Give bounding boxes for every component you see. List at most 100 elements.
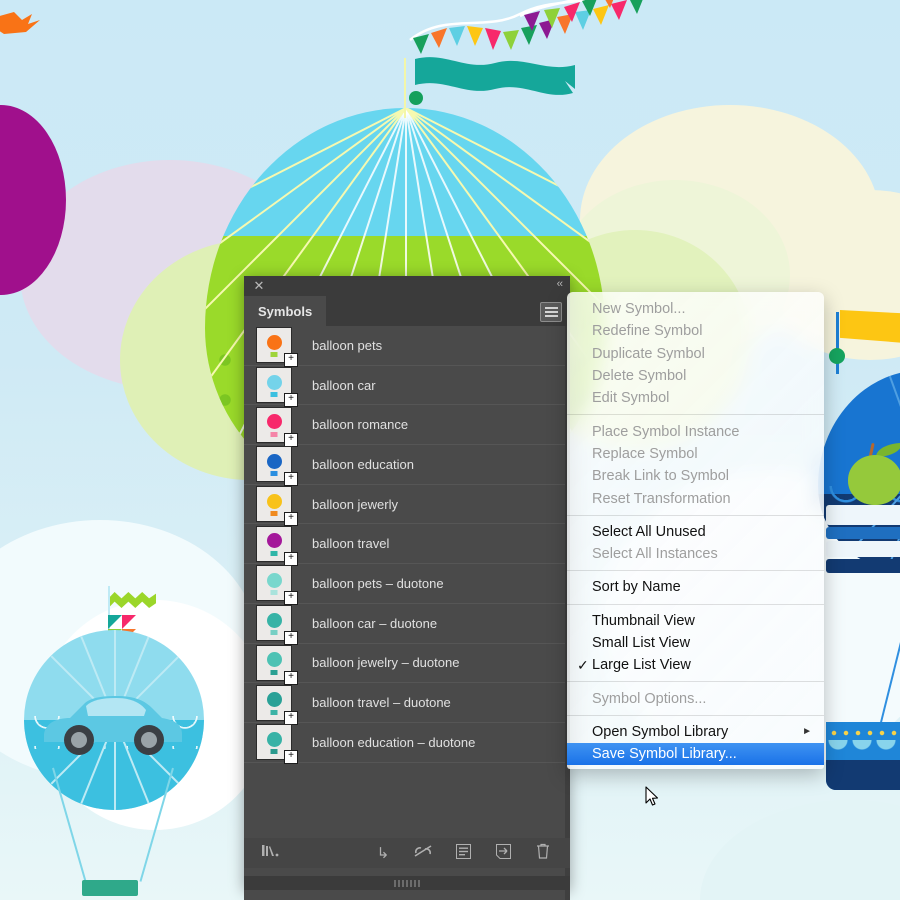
- symbol-thumbnail[interactable]: +: [256, 446, 298, 487]
- menu-item[interactable]: Save Symbol Library...: [567, 743, 824, 766]
- panel-title-bar: ✕ ‹‹: [244, 276, 570, 296]
- menu-item-label: Select All Unused: [592, 523, 706, 540]
- menu-item-label: Replace Symbol: [592, 445, 698, 462]
- symbol-list-item[interactable]: + balloon car – duotone: [244, 604, 570, 646]
- balloon-mast: [404, 58, 406, 118]
- symbol-options-icon[interactable]: [450, 843, 476, 863]
- symbol-balloon-icon: [266, 334, 282, 350]
- car-balloon-basket: [82, 880, 138, 896]
- symbol-basket-icon: [270, 709, 278, 715]
- symbol-list-item[interactable]: + balloon travel – duotone: [244, 683, 570, 725]
- apple-icon: [848, 455, 900, 505]
- symbol-thumbnail[interactable]: +: [256, 367, 298, 408]
- menu-separator: [567, 414, 824, 416]
- symbol-thumbnail[interactable]: +: [256, 605, 298, 646]
- menu-item-label: Delete Symbol: [592, 368, 687, 385]
- symbol-name-label: balloon education: [312, 456, 414, 472]
- symbol-name-label: balloon jewerly: [312, 496, 398, 512]
- menu-item: Break Link to Symbol: [567, 465, 824, 487]
- book-white-2: [826, 541, 900, 557]
- symbol-basket-icon: [270, 352, 278, 358]
- symbol-list-item[interactable]: + balloon jewelry – duotone: [244, 644, 570, 685]
- tab-symbols[interactable]: Symbols: [244, 296, 327, 326]
- menu-separator: [567, 714, 824, 716]
- symbol-list-item[interactable]: + balloon travel: [244, 524, 570, 566]
- orange-bird-icon: [0, 12, 40, 34]
- symbol-thumbnail[interactable]: +: [256, 327, 298, 368]
- menu-item[interactable]: Select All Unused: [567, 521, 824, 543]
- symbol-thumbnail[interactable]: +: [256, 684, 298, 725]
- menu-item-label: Large List View: [592, 657, 691, 674]
- panel-flyout-menu[interactable]: New Symbol... Redefine Symbol Duplicate Sy…: [567, 292, 824, 770]
- break-link-to-symbol-icon[interactable]: [410, 844, 436, 862]
- education-balloon-knob: [829, 348, 845, 364]
- panel-tab-bar: Symbols: [244, 296, 570, 326]
- symbol-name-label: balloon romance: [312, 417, 409, 433]
- panel-footer-toolbar: ↳: [244, 838, 570, 868]
- collapse-panel-icon[interactable]: ‹‹: [557, 278, 563, 290]
- menu-item-label: Sort by Name: [592, 579, 681, 596]
- menu-item[interactable]: Open Symbol Library ►: [567, 721, 824, 743]
- symbol-list-item[interactable]: + balloon education – duotone: [244, 723, 570, 765]
- bunting-flags-right: [519, 0, 614, 31]
- menu-item: Place Symbol Instance: [567, 420, 824, 442]
- submenu-arrow-icon: ►: [802, 726, 812, 738]
- symbol-thumbnail[interactable]: +: [256, 525, 298, 566]
- panel-menu-button[interactable]: [540, 302, 562, 322]
- menu-item-label: Save Symbol Library...: [592, 746, 737, 763]
- artboard-canvas: ✕ ‹‹ Symbols + balloon pets + balloon car + b…: [0, 0, 900, 900]
- symbol-list-item[interactable]: + balloon pets – duotone: [244, 564, 570, 606]
- car-balloon: [24, 630, 204, 810]
- symbol-thumbnail[interactable]: +: [256, 486, 298, 527]
- close-icon[interactable]: ✕: [252, 279, 266, 293]
- menu-item-label: Thumbnail View: [592, 612, 695, 629]
- symbol-name-label: balloon education – duotone: [312, 734, 476, 750]
- menu-item[interactable]: Small List View: [567, 632, 824, 654]
- symbol-name-label: balloon car – duotone: [312, 615, 438, 631]
- symbol-list-item[interactable]: + balloon jewerly: [244, 485, 570, 527]
- symbol-list-item[interactable]: + balloon romance: [244, 405, 570, 447]
- menu-separator: [567, 681, 824, 683]
- symbol-libraries-menu-icon[interactable]: [258, 843, 284, 863]
- menu-item-label: Small List View: [592, 635, 691, 651]
- menu-item-label: Break Link to Symbol: [592, 468, 730, 485]
- symbols-panel[interactable]: ✕ ‹‹ Symbols + balloon pets + balloon car + b…: [244, 276, 570, 900]
- symbol-balloon-icon: [266, 652, 282, 668]
- menu-item-label: Place Symbol Instance: [592, 423, 740, 440]
- menu-item[interactable]: Thumbnail View: [567, 610, 824, 632]
- symbol-thumbnail[interactable]: +: [256, 724, 298, 765]
- panel-resize-grip[interactable]: [244, 876, 570, 890]
- symbol-balloon-icon: [266, 453, 282, 469]
- menu-item: Replace Symbol: [567, 443, 824, 465]
- symbol-balloon-icon: [266, 414, 282, 430]
- menu-item-label: Select All Instances: [592, 546, 718, 563]
- new-symbol-icon[interactable]: [490, 843, 516, 863]
- menu-item: New Symbol...: [567, 298, 824, 320]
- symbol-list-item[interactable]: + balloon car: [244, 366, 570, 408]
- delete-symbol-icon[interactable]: [530, 843, 556, 863]
- menu-item[interactable]: ✓ Large List View: [567, 654, 824, 676]
- symbol-basket-icon: [270, 550, 278, 556]
- symbol-list-item[interactable]: + balloon education: [244, 445, 570, 487]
- menu-item-label: Edit Symbol: [592, 390, 670, 407]
- symbol-balloon-icon: [266, 493, 282, 509]
- education-basket-dots: [828, 730, 900, 736]
- symbol-name-label: balloon car: [312, 377, 376, 393]
- symbol-basket-icon: [270, 511, 278, 517]
- menu-item[interactable]: Sort by Name: [567, 576, 824, 598]
- menu-item-label: Redefine Symbol: [592, 323, 703, 340]
- symbol-thumbnail[interactable]: +: [256, 644, 298, 685]
- symbol-thumbnail[interactable]: +: [256, 565, 298, 606]
- menu-item-label: New Symbol...: [592, 301, 686, 318]
- menu-item: Symbol Options...: [567, 687, 824, 709]
- symbol-list[interactable]: + balloon pets + balloon car + balloon romanc…: [244, 326, 570, 900]
- symbol-list-item[interactable]: + balloon pets: [244, 326, 570, 368]
- education-basket-fringe: [826, 740, 900, 766]
- book-navy: [826, 559, 900, 573]
- menu-separator: [567, 570, 824, 572]
- symbol-thumbnail[interactable]: +: [256, 406, 298, 447]
- place-symbol-instance-icon[interactable]: ↳: [370, 844, 396, 862]
- mouse-cursor: [645, 786, 659, 806]
- menu-item-label: Duplicate Symbol: [592, 345, 705, 362]
- symbol-balloon-icon: [266, 612, 282, 628]
